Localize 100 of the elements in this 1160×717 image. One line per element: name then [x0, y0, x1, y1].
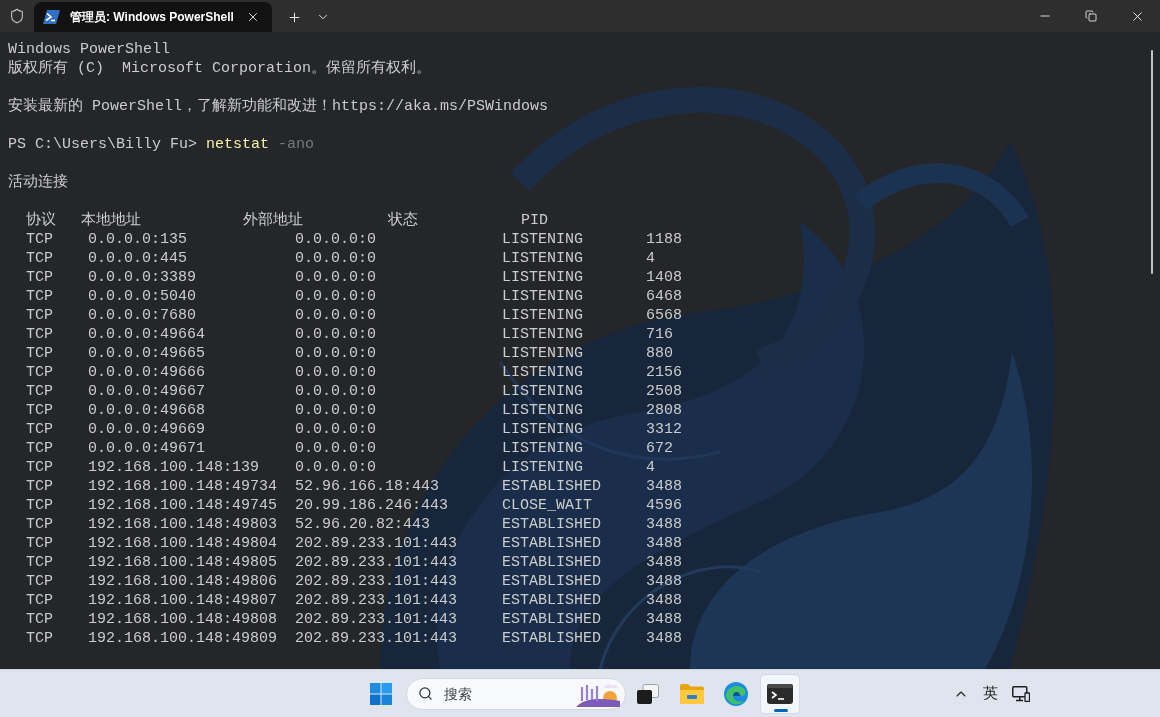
table-cell: 0.0.0.0:0	[295, 306, 376, 325]
plus-icon	[286, 9, 302, 25]
close-icon	[246, 10, 260, 24]
table-cell: 0.0.0.0:0	[295, 249, 376, 268]
table-cell: 202.89.233.101:443	[295, 534, 458, 553]
table-cell: 0.0.0.0:0	[295, 458, 376, 477]
table-cell: TCP	[26, 420, 53, 439]
table-cell: 716	[646, 325, 673, 344]
table-cell: TCP	[26, 534, 53, 553]
table-cell: TCP	[26, 439, 53, 458]
table-cell: TCP	[26, 344, 53, 363]
table-cell: TCP	[26, 382, 53, 401]
table-cell: ESTABLISHED	[502, 553, 602, 572]
table-cell: TCP	[26, 515, 53, 534]
table-cell: LISTENING	[502, 287, 583, 306]
table-cell: 672	[646, 439, 673, 458]
table-cell: 52.96.166.18:443	[295, 477, 440, 496]
table-cell: LISTENING	[502, 420, 583, 439]
table-cell: 1188	[646, 230, 682, 249]
powershell-icon	[43, 10, 60, 24]
table-cell: TCP	[26, 496, 53, 515]
table-cell: TCP	[26, 325, 53, 344]
tab-title: 管理员: Windows PowerShell	[70, 9, 234, 26]
browser-icon	[723, 681, 748, 706]
table-cell: ESTABLISHED	[502, 591, 602, 610]
table-cell: LISTENING	[502, 230, 583, 249]
scrollbar-thumb[interactable]	[1151, 50, 1153, 274]
section-title: 活动连接	[8, 173, 68, 192]
table-cell: 3488	[646, 572, 682, 591]
table-cell: 192.168.100.148:49805	[88, 553, 278, 572]
table-cell: 0.0.0.0:0	[295, 420, 376, 439]
table-cell: 192.168.100.148:139	[88, 458, 260, 477]
shield-icon	[9, 8, 25, 24]
table-cell: 0.0.0.0:5040	[88, 287, 197, 306]
search-icon	[417, 686, 433, 701]
monitor-icon[interactable]	[1012, 685, 1030, 702]
table-cell: 6468	[646, 287, 682, 306]
table-cell: 192.168.100.148:49804	[88, 534, 278, 553]
table-cell: 0.0.0.0:0	[295, 363, 376, 382]
restore-icon	[1085, 10, 1097, 22]
terminal-icon	[766, 683, 793, 704]
header-label: PID	[521, 212, 548, 229]
input-method-indicator[interactable]: 英	[983, 682, 998, 705]
table-cell: LISTENING	[502, 439, 583, 458]
table-cell: TCP	[26, 268, 53, 287]
banner-text: 版权所有 (C) Microsoft Corporation。保留所有权利。	[8, 59, 432, 78]
table-cell: 0.0.0.0:49671	[88, 439, 206, 458]
table-cell: 192.168.100.148:49809	[88, 629, 278, 648]
table-cell: ESTABLISHED	[502, 629, 602, 648]
table-cell: 0.0.0.0:49664	[88, 325, 206, 344]
table-cell: 202.89.233.101:443	[295, 553, 458, 572]
table-cell: LISTENING	[502, 268, 583, 287]
table-cell: 0.0.0.0:49666	[88, 363, 206, 382]
table-cell: TCP	[26, 572, 53, 591]
table-cell: LISTENING	[502, 363, 583, 382]
table-cell: 3488	[646, 477, 682, 496]
table-cell: LISTENING	[502, 458, 583, 477]
table-cell: 0.0.0.0:3389	[88, 268, 197, 287]
windows-logo-icon	[369, 682, 392, 705]
table-cell: 0.0.0.0:49665	[88, 344, 206, 363]
taskbar-app-button[interactable]	[759, 673, 800, 714]
table-cell: 0.0.0.0:135	[88, 230, 188, 249]
table-cell: 4	[646, 458, 655, 477]
table-cell: ESTABLISHED	[502, 477, 602, 496]
table-cell: 0.0.0.0:0	[295, 439, 376, 458]
header-label: 状态	[388, 212, 418, 229]
table-cell: 3488	[646, 534, 682, 553]
table-cell: TCP	[26, 477, 53, 496]
table-cell: 0.0.0.0:49668	[88, 401, 206, 420]
argument-text: -ano	[278, 135, 315, 154]
table-cell: 2156	[646, 363, 682, 382]
table-cell: TCP	[26, 306, 53, 325]
table-cell: 0.0.0.0:0	[295, 382, 376, 401]
table-cell: ESTABLISHED	[502, 515, 602, 534]
table-cell: 192.168.100.148:49806	[88, 572, 278, 591]
table-cell: 4596	[646, 496, 682, 515]
table-cell: 3488	[646, 591, 682, 610]
table-cell: 3312	[646, 420, 682, 439]
search-field[interactable]: 搜索	[405, 677, 626, 710]
table-cell: TCP	[26, 363, 53, 382]
table-cell: 1408	[646, 268, 682, 287]
table-cell: 0.0.0.0:0	[295, 287, 376, 306]
table-cell: 202.89.233.101:443	[295, 572, 458, 591]
table-cell: TCP	[26, 249, 53, 268]
table-cell: TCP	[26, 230, 53, 249]
table-cell: TCP	[26, 610, 53, 629]
command-text: netstat	[206, 135, 270, 154]
table-cell: CLOSE_WAIT	[502, 496, 592, 515]
table-cell: 0.0.0.0:0	[295, 268, 376, 287]
terminal-tab[interactable]: 管理员: Windows PowerShell	[34, 2, 272, 32]
table-cell: 0.0.0.0:49667	[88, 382, 206, 401]
table-cell: 192.168.100.148:49807	[88, 591, 278, 610]
table-cell: 0.0.0.0:0	[295, 325, 376, 344]
table-cell: TCP	[26, 287, 53, 306]
prompt-text: PS C:\Users\Billy Fu>	[8, 135, 198, 154]
table-cell: 0.0.0.0:0	[295, 230, 376, 249]
table-cell: 2808	[646, 401, 682, 420]
notice-text: 安装最新的 PowerShell，了解新功能和改进！https://aka.ms/PSWindows	[8, 97, 549, 116]
table-cell: ESTABLISHED	[502, 534, 602, 553]
table-cell: 0.0.0.0:7680	[88, 306, 197, 325]
